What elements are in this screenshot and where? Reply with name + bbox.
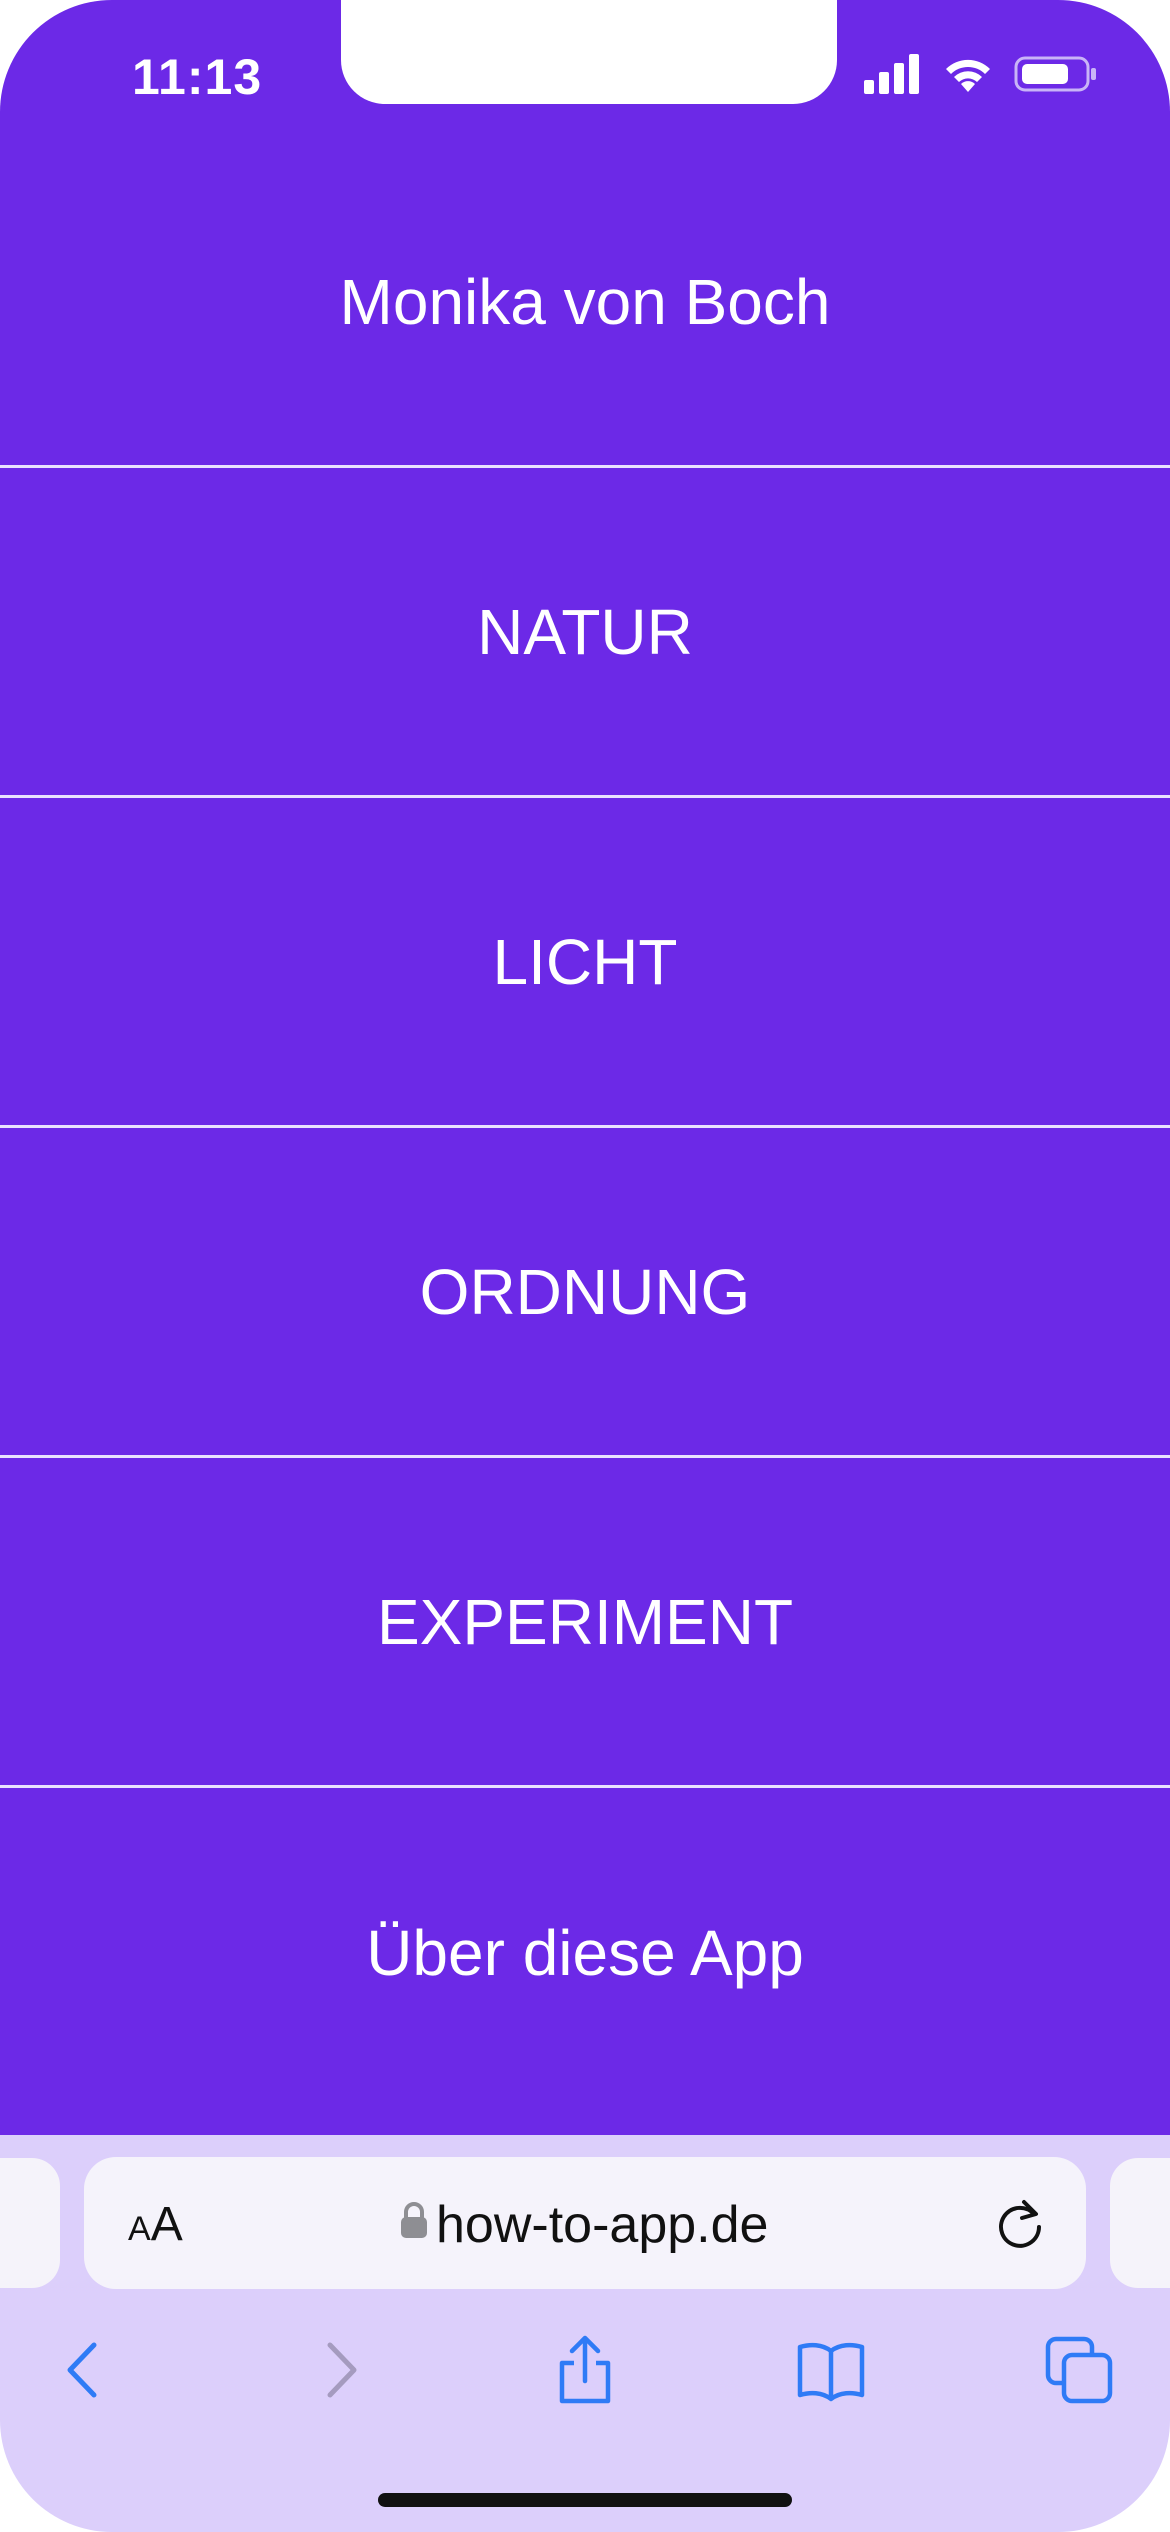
menu-item-licht[interactable]: LICHT	[0, 798, 1170, 1128]
url-text[interactable]: how-to-app.de	[436, 2195, 768, 2255]
status-time: 11:13	[132, 49, 263, 105]
share-icon[interactable]	[550, 2335, 620, 2405]
status-icons	[864, 54, 1098, 94]
reload-icon[interactable]	[994, 2197, 1048, 2251]
menu-item-natur[interactable]: NATUR	[0, 468, 1170, 798]
tabs-icon[interactable]	[1044, 2335, 1114, 2405]
phone-screen: 11:13 Monika von Boch NATUR LICHT ORDNUN…	[0, 0, 1170, 2532]
back-icon[interactable]	[50, 2335, 120, 2405]
menu-item-monika-von-boch[interactable]: Monika von Boch	[0, 138, 1170, 468]
forward-icon[interactable]	[304, 2335, 374, 2405]
main-menu: Monika von Boch NATUR LICHT ORDNUNG EXPE…	[0, 138, 1170, 2118]
menu-item-ordnung[interactable]: ORDNUNG	[0, 1128, 1170, 1458]
menu-item-ueber-diese-app[interactable]: Über diese App	[0, 1788, 1170, 2118]
cellular-signal-icon	[864, 54, 919, 94]
home-indicator	[378, 2493, 792, 2507]
device-notch	[341, 0, 837, 104]
browser-chrome: AA how-to-app.de	[0, 2135, 1170, 2532]
menu-item-experiment[interactable]: EXPERIMENT	[0, 1458, 1170, 1788]
browser-toolbar	[0, 2311, 1170, 2431]
text-size-small-label: A	[128, 2210, 151, 2248]
lock-icon	[401, 2202, 427, 2238]
wifi-icon	[946, 59, 990, 92]
previous-tab-preview[interactable]	[0, 2158, 60, 2288]
address-bar[interactable]: AA how-to-app.de	[84, 2157, 1086, 2289]
battery-icon	[1014, 56, 1096, 92]
next-tab-preview[interactable]	[1110, 2158, 1170, 2288]
bookmarks-icon[interactable]	[796, 2335, 866, 2405]
text-size-large-label: A	[150, 2198, 183, 2251]
text-size-button[interactable]: AA	[128, 2197, 183, 2252]
